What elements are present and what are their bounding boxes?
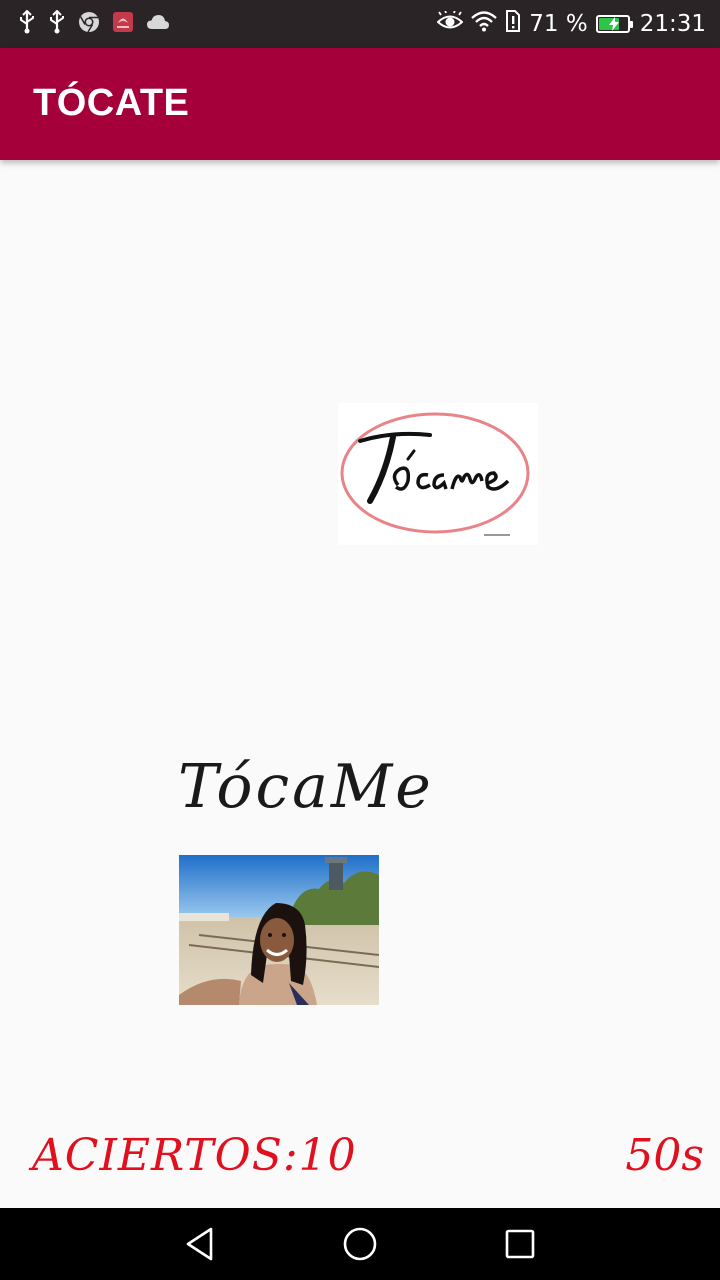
huawei-app-icon [112,11,134,37]
app-title: TÓCATE [33,82,190,124]
target-image-card[interactable] [338,403,538,545]
usb-icon [18,9,36,38]
recents-button[interactable] [502,1226,538,1262]
home-button[interactable] [342,1226,378,1262]
usb-icon [48,9,66,38]
navigation-bar [0,1208,720,1280]
selfie-photo-image [179,855,379,1005]
clock: 21:31 [639,11,706,37]
back-icon [186,1227,213,1261]
battery-charging-icon [595,15,633,33]
tocame-logo-image [338,403,538,545]
countdown-timer: 50s [625,1130,704,1181]
status-left-icons [18,9,170,38]
score-label: ACIERTOS:10 [32,1130,357,1181]
chrome-icon [78,11,100,37]
eye-comfort-icon [436,9,464,37]
sim-alert-icon [505,9,521,39]
selfie-photo[interactable] [179,855,379,1005]
screen: 71 % 21:31 TÓCATE TócaMe ACIERTOS:10 50s [0,0,720,1280]
recents-icon [505,1229,535,1259]
app-bar: TÓCATE [0,48,720,160]
back-button[interactable] [182,1226,218,1262]
wifi-icon [471,10,498,38]
question-text: TócaMe [178,752,434,822]
cloud-icon [146,13,170,35]
status-bar: 71 % 21:31 [0,0,720,48]
battery-percent: 71 % [529,11,588,37]
status-right-area: 71 % 21:31 [436,8,706,40]
home-icon [343,1227,377,1261]
charging-bolt-icon [608,17,619,31]
